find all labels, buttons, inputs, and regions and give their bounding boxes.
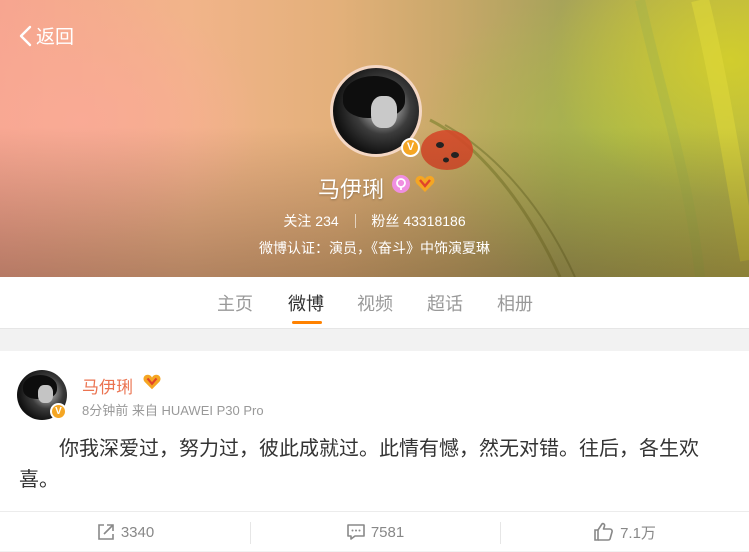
verified-v-icon: V <box>401 138 420 157</box>
vip-icon[interactable] <box>392 175 410 193</box>
verification-text: 微博认证：演员，《奋斗》中饰演夏琳 <box>259 240 490 256</box>
back-button[interactable]: 返回 <box>18 22 74 49</box>
verified-v-icon: V <box>50 403 67 420</box>
following-link[interactable]: 关注 234 <box>283 213 342 229</box>
member-heart-icon[interactable] <box>142 373 162 391</box>
following-count: 234 <box>315 213 339 229</box>
followers-label: 粉丝 <box>371 213 400 229</box>
profile-name: 马伊琍 <box>318 177 385 202</box>
post-actions: 3340 7581 7.1万 <box>0 511 749 552</box>
comment-icon <box>347 524 365 540</box>
profile-cover: 返回 V 马伊琍 关注 234 粉丝 43318186 微博认证：演员，《奋斗》… <box>0 0 749 277</box>
like-button[interactable]: 7.1万 <box>500 512 749 552</box>
tab-album[interactable]: 相册 <box>497 290 533 316</box>
followers-count: 43318186 <box>403 213 466 229</box>
following-label: 关注 <box>283 213 312 229</box>
post-meta: 8分钟前 来自 HUAWEI P30 Pro <box>82 403 264 418</box>
profile-tabs: 主页 微博 视频 超话 相册 <box>0 277 749 329</box>
tab-weibo[interactable]: 微博 <box>288 290 324 316</box>
comment-count: 7581 <box>370 523 405 541</box>
tab-video[interactable]: 视频 <box>357 290 393 316</box>
chevron-left-icon <box>19 25 32 46</box>
repost-button[interactable]: 3340 <box>0 512 250 552</box>
repost-count: 3340 <box>120 523 155 541</box>
tab-home[interactable]: 主页 <box>217 290 253 316</box>
thumbs-up-icon <box>594 522 613 541</box>
post-author-name[interactable]: 马伊琍 <box>82 373 133 398</box>
stats-divider <box>354 214 356 228</box>
share-icon <box>98 524 114 540</box>
member-heart-icon[interactable] <box>414 174 436 194</box>
post-card[interactable]: V 马伊琍 8分钟前 来自 HUAWEI P30 Pro 你我深爱过，努力过，彼… <box>0 351 749 551</box>
back-label: 返回 <box>36 27 75 48</box>
post-text: 你我深爱过，努力过，彼此成就过。此情有憾，然无对错。往后，各生欢喜。 <box>19 438 699 491</box>
active-tab-indicator <box>292 321 322 324</box>
like-count: 7.1万 <box>620 524 656 542</box>
tab-supertopic[interactable]: 超话 <box>427 290 463 316</box>
comment-button[interactable]: 7581 <box>250 512 500 552</box>
followers-link[interactable]: 粉丝 43318186 <box>371 213 465 229</box>
follow-stats: 关注 234 粉丝 43318186 <box>0 211 749 231</box>
